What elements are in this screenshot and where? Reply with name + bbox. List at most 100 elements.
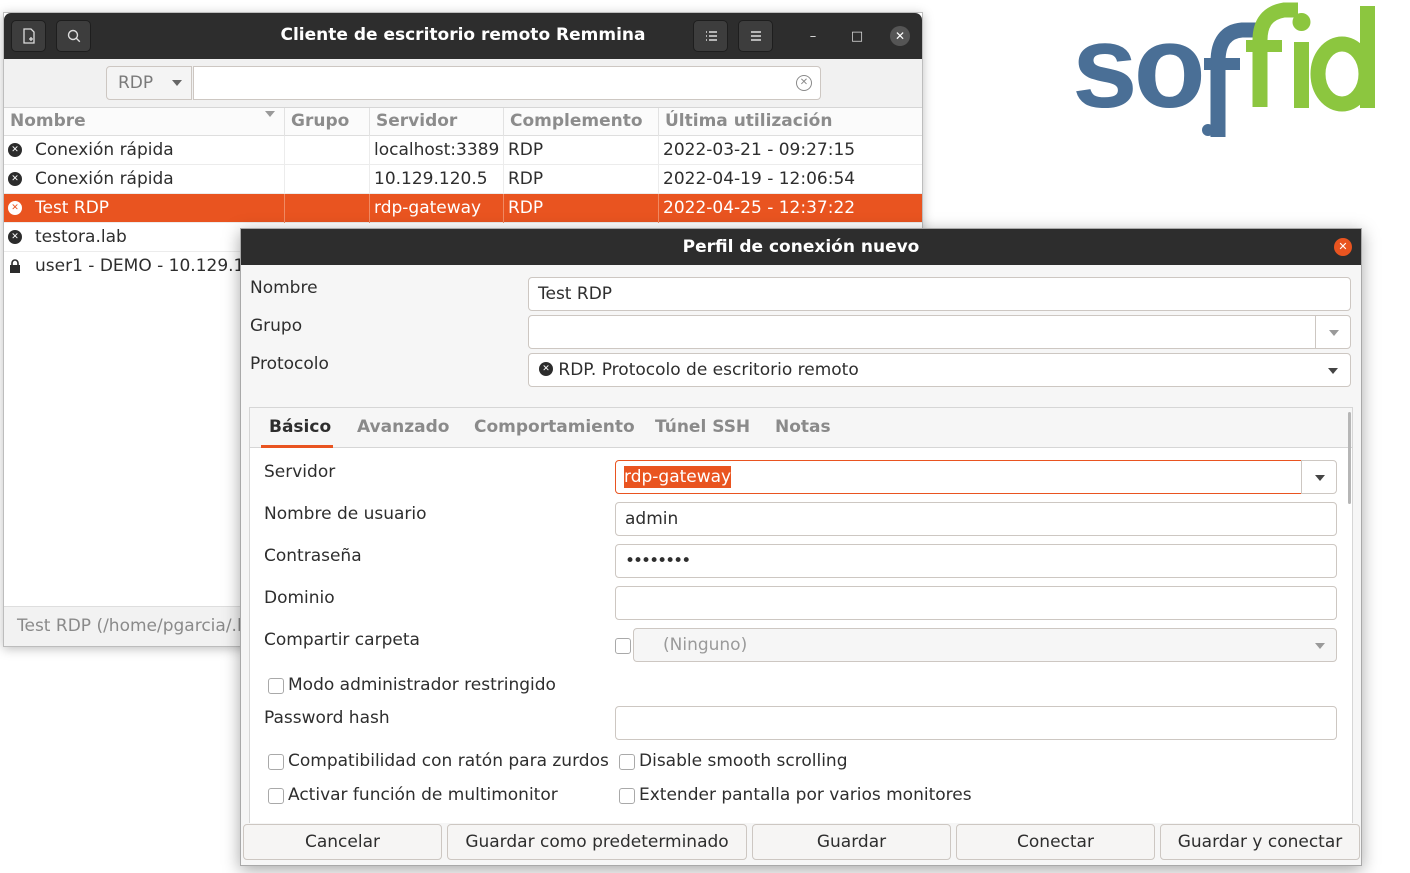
main-menu-button[interactable] (738, 20, 773, 52)
maximize-icon: □ (850, 28, 864, 44)
lock-icon (10, 259, 20, 273)
row-name: Test RDP (35, 198, 110, 218)
chevron-down-icon (172, 80, 182, 86)
save-default-button[interactable]: Guardar como predeterminado (447, 824, 747, 860)
row-name: testora.lab (35, 227, 127, 247)
group-dropdown-button[interactable] (1315, 315, 1351, 349)
new-connection-button[interactable] (11, 20, 46, 52)
share-folder-checkbox[interactable] (615, 638, 631, 654)
soffid-logo-graphic: so (1072, 1, 1375, 137)
minimize-button[interactable]: – (803, 26, 823, 46)
clear-search-icon[interactable]: ✕ (796, 75, 812, 91)
column-header-group[interactable]: Grupo (291, 111, 349, 131)
row-last-used: 2022-04-19 - 12:06:54 (663, 169, 856, 189)
connection-profile-dialog: Perfil de conexión nuevo ✕ Nombre Test R… (240, 228, 1362, 866)
span-screen-checkbox[interactable] (619, 788, 635, 804)
minimize-icon: – (809, 28, 817, 44)
search-input[interactable]: ✕ (193, 66, 821, 100)
disable-smooth-label: Disable smooth scrolling (639, 751, 848, 771)
table-row[interactable]: ✕ Conexión rápida localhost:3389 RDP 202… (4, 136, 922, 165)
row-name: user1 - DEMO - 10.129.12 (35, 256, 256, 276)
span-screen-label: Extender pantalla por varios monitores (639, 785, 972, 805)
soffid-logo: so (1072, 1, 1382, 142)
settings-notebook: Básico Avanzado Comportamiento Túnel SSH… (249, 407, 1353, 865)
connect-button[interactable]: Conectar (956, 824, 1155, 860)
multimonitor-checkbox[interactable] (268, 788, 284, 804)
connection-list-header: Nombre Grupo Servidor Complemento Última… (4, 108, 922, 136)
table-row[interactable]: ✕ Conexión rápida 10.129.120.5 RDP 2022-… (4, 165, 922, 194)
search-icon (67, 29, 80, 43)
share-folder-select[interactable]: (Ninguno) (633, 628, 1337, 662)
save-button[interactable]: Guardar (752, 824, 951, 860)
tab-ssh-tunnel[interactable]: Túnel SSH (655, 417, 750, 437)
main-window-title: Cliente de escritorio remoto Remmina (280, 25, 646, 45)
domain-label: Dominio (264, 588, 335, 608)
svg-text:so: so (1072, 2, 1202, 133)
row-plugin: RDP (508, 140, 544, 160)
name-input[interactable]: Test RDP (528, 277, 1351, 311)
group-input[interactable] (528, 315, 1316, 349)
tab-advanced[interactable]: Avanzado (357, 417, 449, 437)
tab-bar: Básico Avanzado Comportamiento Túnel SSH… (250, 408, 1352, 448)
tab-behavior[interactable]: Comportamiento (474, 417, 635, 437)
domain-input[interactable] (615, 586, 1337, 620)
left-handed-checkbox[interactable] (268, 754, 284, 770)
dialog-header-bar: Perfil de conexión nuevo ✕ (241, 229, 1361, 265)
rdp-protocol-icon: ✕ (8, 143, 22, 157)
row-name: Conexión rápida (35, 169, 174, 189)
rdp-protocol-icon: ✕ (539, 361, 553, 376)
table-row-selected[interactable]: ✕ Test RDP rdp-gateway RDP 2022-04-25 - … (4, 194, 922, 223)
rdp-protocol-icon: ✕ (8, 230, 22, 244)
password-hash-input[interactable] (615, 706, 1337, 740)
tab-notes[interactable]: Notas (775, 417, 831, 437)
column-header-name[interactable]: Nombre (10, 111, 86, 131)
restricted-admin-checkbox[interactable] (268, 678, 284, 694)
tab-basic[interactable]: Básico (269, 417, 331, 437)
status-text: Test RDP (/home/pgarcia/.l (17, 616, 242, 636)
username-label: Nombre de usuario (264, 504, 427, 524)
protocol-select[interactable]: ✕ RDP. Protocolo de escritorio remoto (528, 353, 1351, 387)
row-last-used: 2022-04-25 - 12:37:22 (663, 198, 856, 218)
multimonitor-label: Activar función de multimonitor (288, 785, 558, 805)
sort-descending-icon (265, 111, 275, 117)
row-plugin: RDP (508, 169, 544, 189)
share-folder-label: Compartir carpeta (264, 630, 420, 650)
dialog-close-button[interactable]: ✕ (1334, 238, 1352, 256)
protocol-filter-value: RDP (118, 73, 154, 93)
new-connection-icon (22, 28, 35, 44)
maximize-button[interactable]: □ (847, 26, 867, 46)
main-header-bar: Cliente de escritorio remoto Remmina – □… (4, 13, 922, 59)
chevron-down-icon (1315, 475, 1325, 481)
close-icon: ✕ (894, 29, 906, 43)
cancel-button[interactable]: Cancelar (243, 824, 442, 860)
password-hash-label: Password hash (264, 708, 390, 728)
left-handed-label: Compatibilidad con ratón para zurdos (288, 751, 609, 771)
close-icon: ✕ (1338, 240, 1348, 253)
column-header-server[interactable]: Servidor (376, 111, 457, 131)
column-header-last-used[interactable]: Última utilización (665, 111, 832, 131)
server-input[interactable]: rdp-gateway (615, 460, 1302, 494)
name-label: Nombre (250, 278, 318, 298)
protocol-select-value: RDP. Protocolo de escritorio remoto (558, 360, 859, 380)
chevron-down-icon (1315, 643, 1325, 649)
active-tab-indicator (261, 445, 333, 448)
close-button[interactable]: ✕ (890, 26, 910, 46)
disable-smooth-checkbox[interactable] (619, 754, 635, 770)
search-button[interactable] (56, 20, 91, 52)
row-name: Conexión rápida (35, 140, 174, 160)
server-dropdown-button[interactable] (1301, 460, 1337, 494)
protocol-filter-combo[interactable]: RDP (106, 66, 192, 100)
chevron-down-icon (1328, 368, 1338, 374)
save-connect-button[interactable]: Guardar y conectar (1160, 824, 1360, 860)
protocol-label: Protocolo (250, 354, 329, 374)
group-label: Grupo (250, 316, 303, 336)
chevron-down-icon (1329, 330, 1339, 336)
restricted-admin-label: Modo administrador restringido (288, 675, 556, 695)
server-label: Servidor (264, 462, 336, 482)
view-toggle-button[interactable] (693, 20, 728, 52)
password-input[interactable]: •••••••• (615, 544, 1337, 578)
username-input[interactable]: admin (615, 502, 1337, 536)
column-header-plugin[interactable]: Complemento (510, 111, 643, 131)
row-server: 10.129.120.5 (374, 169, 488, 189)
scrollbar[interactable] (1348, 412, 1351, 504)
